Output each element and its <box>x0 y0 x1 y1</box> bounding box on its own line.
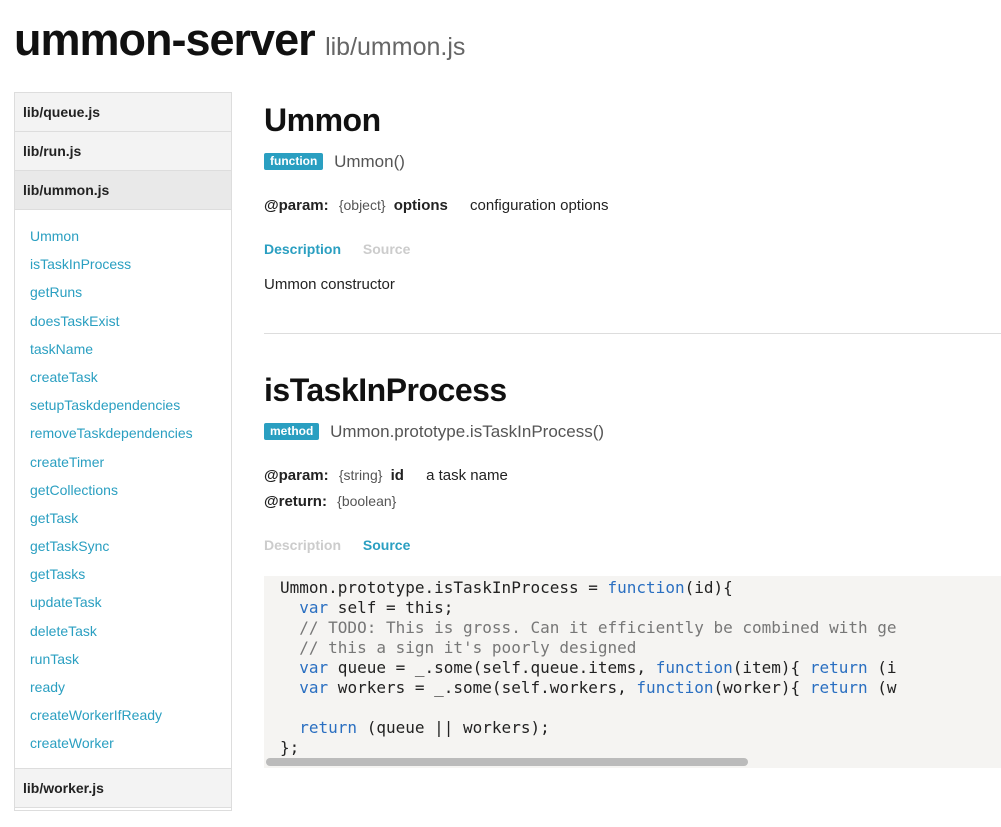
param-name: id <box>390 467 404 484</box>
section-title: Ummon <box>264 102 381 138</box>
sidebar-item-ready[interactable]: ready <box>30 673 231 701</box>
sidebar-item-updatetask[interactable]: updateTask <box>30 588 231 616</box>
file-title: lib/ummon.js <box>325 33 466 61</box>
source-code: Ummon.prototype.isTaskInProcess = functi… <box>280 578 897 757</box>
param-list: @param: {string} id a task name @return:… <box>264 462 1001 514</box>
tab-description[interactable]: Description <box>264 241 341 257</box>
section-tabs: Description Source <box>264 236 1001 262</box>
signature: method Ummon.prototype.isTaskInProcess() <box>264 420 1001 444</box>
signature-text: Ummon.prototype.isTaskInProcess() <box>330 422 605 441</box>
section-divider <box>264 333 1001 334</box>
sidebar-item-runtask[interactable]: runTask <box>30 645 231 673</box>
page-header: ummon-server lib/ummon.js <box>14 14 465 74</box>
sidebar-item-istaskinprocess[interactable]: isTaskInProcess <box>30 250 231 278</box>
sidebar-item-gettasks[interactable]: getTasks <box>30 560 231 588</box>
sidebar-item-taskname[interactable]: taskName <box>30 335 231 363</box>
project-title: ummon-server <box>14 14 316 65</box>
sidebar: lib/queue.js lib/run.js lib/ummon.js Umm… <box>14 92 232 811</box>
return-tag: @return: <box>264 493 327 510</box>
section-tabs: Description Source <box>264 532 1001 558</box>
sidebar-item-getruns[interactable]: getRuns <box>30 278 231 306</box>
param-type: {string} <box>338 467 383 483</box>
sidebar-file-worker[interactable]: lib/worker.js <box>15 768 231 808</box>
param-row: @param: {string} id a task name <box>264 462 1001 488</box>
sidebar-file-queue[interactable]: lib/queue.js <box>15 93 231 132</box>
sidebar-item-gettask[interactable]: getTask <box>30 504 231 532</box>
param-tag: @param: <box>264 197 329 214</box>
param-list: @param: {object} options configuration o… <box>264 192 1001 218</box>
param-description: configuration options <box>470 197 609 214</box>
sidebar-item-deletetask[interactable]: deleteTask <box>30 617 231 645</box>
param-tag: @param: <box>264 467 329 484</box>
param-type: {object} <box>338 197 386 213</box>
type-badge: method <box>264 423 320 440</box>
sidebar-item-getcollections[interactable]: getCollections <box>30 476 231 504</box>
signature: function Ummon() <box>264 150 1001 174</box>
signature-text: Ummon() <box>334 152 405 171</box>
sidebar-item-setuptaskdependencies[interactable]: setupTaskdependencies <box>30 391 231 419</box>
description-text: Ummon constructor <box>264 276 395 293</box>
tab-source[interactable]: Source <box>363 537 410 553</box>
sidebar-item-createworker[interactable]: createWorker <box>30 729 231 757</box>
sidebar-file-run[interactable]: lib/run.js <box>15 132 231 171</box>
sidebar-item-ummon[interactable]: Ummon <box>30 222 231 250</box>
sidebar-item-createtask[interactable]: createTask <box>30 363 231 391</box>
type-badge: function <box>264 153 324 170</box>
sidebar-file-ummon[interactable]: lib/ummon.js <box>15 171 231 210</box>
param-name: options <box>393 197 448 214</box>
section-title: isTaskInProcess <box>264 372 507 408</box>
sidebar-item-createworkerifready[interactable]: createWorkerIfReady <box>30 701 231 729</box>
main-content: Ummon function Ummon() @param: {object} … <box>264 92 1001 827</box>
sidebar-item-doestaskexist[interactable]: doesTaskExist <box>30 307 231 335</box>
sidebar-item-createtimer[interactable]: createTimer <box>30 448 231 476</box>
doc-section-istaskinprocess: isTaskInProcess method Ummon.prototype.i… <box>264 372 1001 768</box>
return-type: {boolean} <box>337 493 397 509</box>
sidebar-function-list: Ummon isTaskInProcess getRuns doesTaskEx… <box>15 210 231 769</box>
param-description: a task name <box>426 467 508 484</box>
tab-source[interactable]: Source <box>363 241 410 257</box>
doc-section-ummon: Ummon function Ummon() @param: {object} … <box>264 102 1001 293</box>
horizontal-scrollbar[interactable] <box>266 758 748 766</box>
return-row: @return: {boolean} <box>264 488 1001 514</box>
source-code-block[interactable]: Ummon.prototype.isTaskInProcess = functi… <box>264 576 1001 768</box>
param-row: @param: {object} options configuration o… <box>264 192 1001 218</box>
sidebar-item-gettasksync[interactable]: getTaskSync <box>30 532 231 560</box>
sidebar-item-removetaskdependencies[interactable]: removeTaskdependencies <box>30 419 231 447</box>
tab-description[interactable]: Description <box>264 537 341 553</box>
